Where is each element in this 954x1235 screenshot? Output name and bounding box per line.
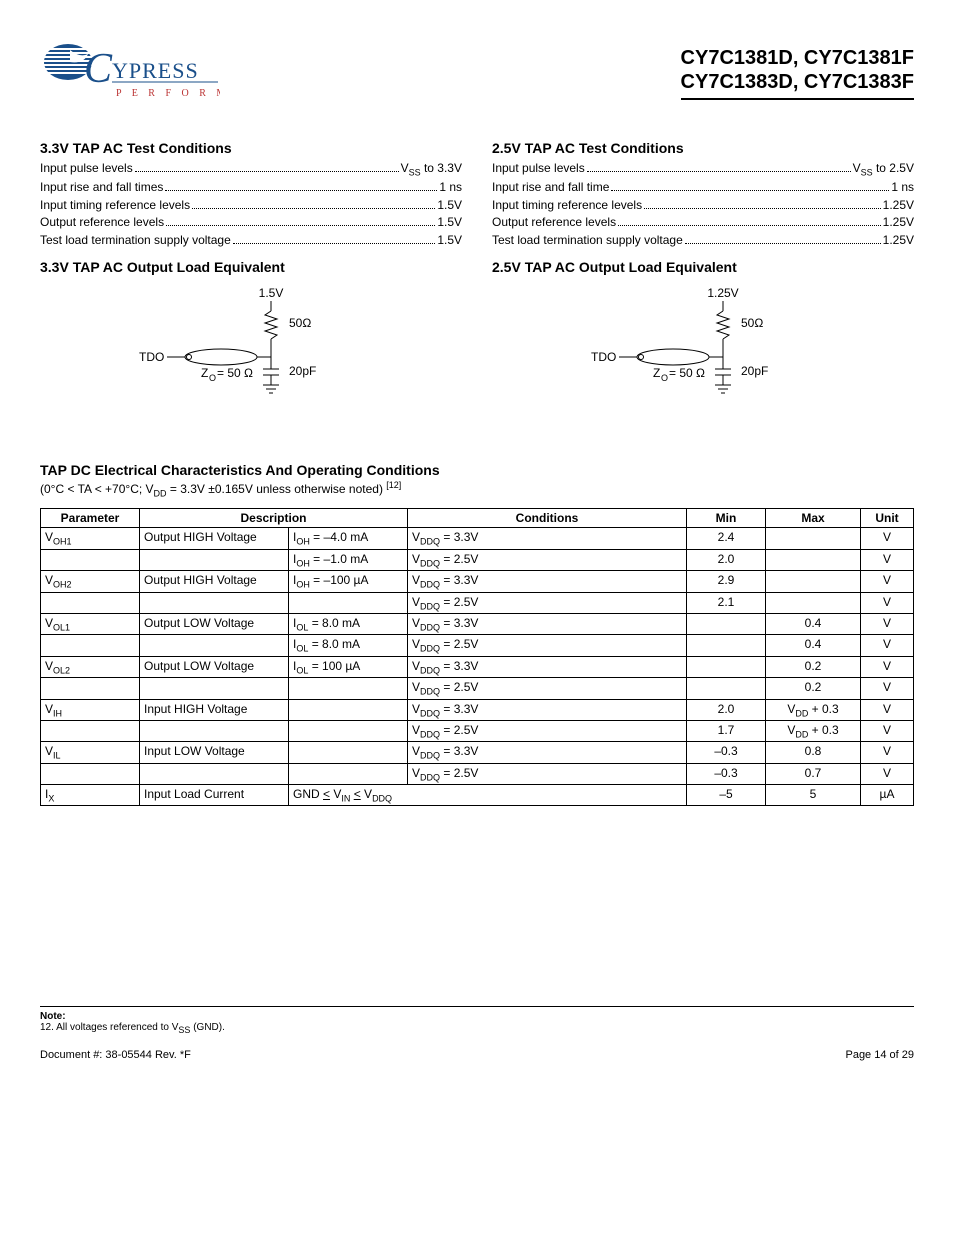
page-header: C YPRESS P E R F O R M CY7C1381D, CY7C13… [40, 40, 914, 110]
conditions-columns: 3.3V TAP AC Test Conditions Input pulse … [40, 130, 914, 438]
condition-row: Output reference levels1.25V [492, 214, 914, 231]
left-conditions-list: Input pulse levelsVSS to 3.3VInput rise … [40, 160, 462, 249]
right-load-title: 2.5V TAP AC Output Load Equivalent [492, 259, 914, 275]
footnote-label: Note: [40, 1011, 914, 1022]
svg-text:50Ω: 50Ω [289, 316, 311, 330]
doc-number: Document #: 38-05544 Rev. *F [40, 1049, 191, 1061]
left-load-title: 3.3V TAP AC Output Load Equivalent [40, 259, 462, 275]
table-row: VDDQ = 2.5V 0.2 V [41, 678, 914, 699]
table-row: VDDQ = 2.5V 1.7 VDD + 0.3 V [41, 720, 914, 741]
dc-subtitle: (0°C < TA < +70°C; VDD = 3.3V ±0.165V un… [40, 480, 914, 498]
logo-word: YPRESS [112, 58, 199, 83]
condition-row: Input pulse levelsVSS to 3.3V [40, 160, 462, 179]
dc-table: Parameter Description Conditions Min Max… [40, 508, 914, 806]
svg-text:O: O [661, 373, 668, 383]
parts-line-2: CY7C1383D, CY7C1383F [681, 70, 914, 94]
table-row: VIH Input HIGH Voltage VDDQ = 3.3V 2.0 V… [41, 699, 914, 720]
table-row: IOH = –1.0 mA VDDQ = 2.5V 2.0 V [41, 549, 914, 570]
circuit-diagram-icon: 1.25V 50Ω TDO ZO= 50 Ω 20pF [573, 285, 833, 415]
right-conditions-title: 2.5V TAP AC Test Conditions [492, 140, 914, 156]
right-circuit: 1.25V 50Ω TDO ZO= 50 Ω 20pF [492, 285, 914, 418]
svg-text:20pF: 20pF [741, 364, 768, 378]
left-conditions-title: 3.3V TAP AC Test Conditions [40, 140, 462, 156]
left-circuit: 1.5V 50Ω TDO ZO= 50 Ω 20pF [40, 285, 462, 418]
dc-title: TAP DC Electrical Characteristics And Op… [40, 462, 914, 478]
svg-text:= 50 Ω: = 50 Ω [217, 366, 253, 380]
svg-text:C: C [84, 46, 113, 92]
table-row: VDDQ = 2.5V 2.1 V [41, 592, 914, 613]
svg-text:Z: Z [201, 366, 208, 380]
right-column: 2.5V TAP AC Test Conditions Input pulse … [492, 130, 914, 438]
condition-row: Input timing reference levels1.5V [40, 197, 462, 214]
condition-row: Input timing reference levels1.25V [492, 197, 914, 214]
logo: C YPRESS P E R F O R M [40, 40, 220, 110]
svg-text:TDO: TDO [139, 350, 164, 364]
condition-row: Test load termination supply voltage1.5V [40, 232, 462, 249]
part-numbers: CY7C1381D, CY7C1381F CY7C1383D, CY7C1383… [681, 40, 914, 100]
footnote-text: 12. All voltages referenced to VSS (GND)… [40, 1022, 914, 1035]
table-row: VIL Input LOW Voltage VDDQ = 3.3V –0.3 0… [41, 742, 914, 763]
footnote: Note: 12. All voltages referenced to VSS… [40, 1006, 914, 1035]
svg-text:Z: Z [653, 366, 660, 380]
svg-text:O: O [209, 373, 216, 383]
right-conditions-list: Input pulse levelsVSS to 2.5VInput rise … [492, 160, 914, 249]
parts-line-1: CY7C1381D, CY7C1381F [681, 46, 914, 70]
table-row: IOL = 8.0 mA VDDQ = 2.5V 0.4 V [41, 635, 914, 656]
svg-text:50Ω: 50Ω [741, 316, 763, 330]
table-row: VOL2 Output LOW Voltage IOL = 100 µA VDD… [41, 656, 914, 677]
svg-text:TDO: TDO [591, 350, 616, 364]
svg-text:1.5V: 1.5V [259, 286, 284, 300]
circuit-diagram-icon: 1.5V 50Ω TDO ZO= 50 Ω 20pF [121, 285, 381, 415]
page-footer: Document #: 38-05544 Rev. *F Page 14 of … [40, 1049, 914, 1061]
table-row: VOH1 Output HIGH Voltage IOH = –4.0 mA V… [41, 528, 914, 549]
svg-text:1.25V: 1.25V [707, 286, 738, 300]
page-number: Page 14 of 29 [845, 1049, 914, 1061]
table-header-row: Parameter Description Conditions Min Max… [41, 509, 914, 528]
left-column: 3.3V TAP AC Test Conditions Input pulse … [40, 130, 462, 438]
svg-text:= 50 Ω: = 50 Ω [669, 366, 705, 380]
condition-row: Input rise and fall times1 ns [40, 179, 462, 196]
condition-row: Input pulse levelsVSS to 2.5V [492, 160, 914, 179]
logo-tagline: P E R F O R M [116, 88, 220, 99]
table-row: IX Input Load Current GND < VIN < VDDQ –… [41, 785, 914, 806]
cypress-logo-icon: C YPRESS P E R F O R M [40, 40, 220, 112]
table-row: VDDQ = 2.5V –0.3 0.7 V [41, 763, 914, 784]
condition-row: Test load termination supply voltage1.25… [492, 232, 914, 249]
condition-row: Input rise and fall time1 ns [492, 179, 914, 196]
condition-row: Output reference levels1.5V [40, 214, 462, 231]
table-row: VOL1 Output LOW Voltage IOL = 8.0 mA VDD… [41, 613, 914, 634]
svg-text:20pF: 20pF [289, 364, 316, 378]
table-row: VOH2 Output HIGH Voltage IOH = –100 µA V… [41, 571, 914, 592]
